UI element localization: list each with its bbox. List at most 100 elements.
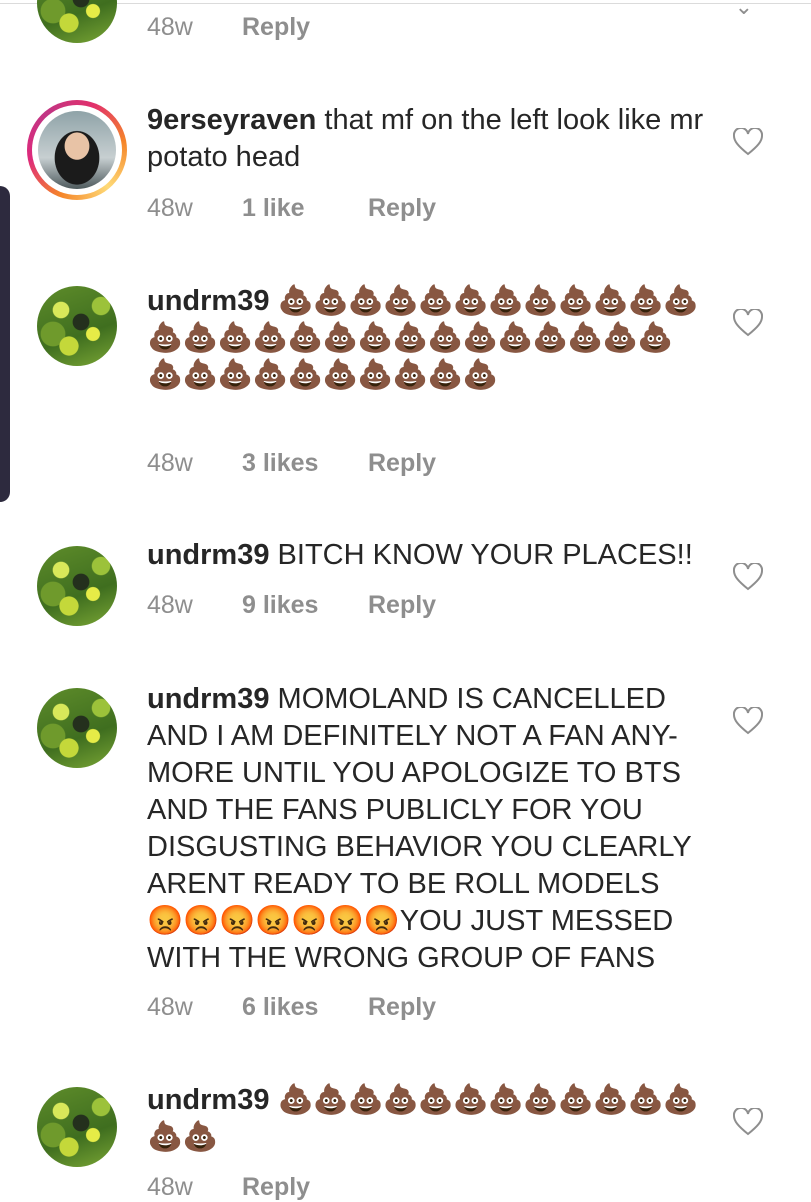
poop-emoji: 💩 (147, 1121, 184, 1153)
poop-emoji: 💩 (427, 359, 464, 391)
comment-text: undrm39 MOMOLAND IS CANCELLED AND I AM D… (147, 681, 697, 977)
poop-emoji: 💩 (147, 322, 184, 354)
comment-text: undrm39 💩💩💩💩💩💩💩💩💩💩💩💩💩💩 (147, 1082, 702, 1156)
comment-text: undrm39 BITCH KNOW YOUR PLACES!! (147, 537, 707, 574)
comment-username[interactable]: undrm39 (147, 539, 269, 571)
comment-text: 9erseyraven that mf on the left look lik… (147, 102, 707, 176)
poop-emoji: 💩 (417, 285, 454, 317)
poop-emoji: 💩 (627, 1084, 664, 1116)
poop-emoji: 💩 (252, 359, 289, 391)
poop-emoji: 💩 (427, 322, 464, 354)
comment-meta: 48w 9 likes Reply (147, 591, 436, 620)
poop-emoji: 💩 (522, 1084, 559, 1116)
poop-emoji: 💩 (252, 322, 289, 354)
scrollbar-handle[interactable] (0, 186, 10, 502)
reply-button[interactable]: Reply (368, 194, 436, 223)
poop-emoji: 💩 (557, 285, 594, 317)
story-avatar[interactable] (27, 100, 127, 200)
comment-time: 48w (147, 194, 193, 222)
reply-button[interactable]: Reply (242, 13, 310, 42)
avatar[interactable] (37, 1087, 117, 1167)
poop-emoji: 💩 (347, 1084, 384, 1116)
comment-meta: 48w 1 like Reply (147, 194, 436, 223)
poop-emoji: 💩 (497, 322, 534, 354)
comment-username[interactable]: undrm39 (147, 683, 269, 715)
comment-username[interactable]: undrm39 (147, 285, 269, 317)
reply-button[interactable]: Reply (242, 1173, 310, 1202)
poop-emoji: 💩 (567, 322, 604, 354)
comment-meta: 48w 3 likes Reply (147, 449, 436, 478)
poop-emoji: 💩 (147, 359, 184, 391)
avatar[interactable] (38, 111, 116, 189)
poop-emoji: 💩 (287, 359, 324, 391)
heart-outline-icon[interactable] (733, 128, 763, 156)
comment-username[interactable]: undrm39 (147, 1084, 269, 1116)
heart-outline-icon[interactable] (733, 707, 763, 735)
poop-emoji: 💩 (462, 322, 499, 354)
comment-body: MOMOLAND IS CANCELLED AND I AM DEFINITEL… (147, 683, 692, 974)
like-count[interactable]: 1 like (242, 194, 368, 223)
poop-emoji: 💩 (312, 1084, 349, 1116)
comment-time: 48w (147, 449, 193, 477)
poop-emoji: 💩 (592, 285, 629, 317)
poop-emoji: 💩 (392, 359, 429, 391)
poop-emoji: 💩 (627, 285, 664, 317)
poop-emoji: 💩 (487, 285, 524, 317)
poop-emoji: 💩 (287, 322, 324, 354)
poop-emoji: 💩 (557, 1084, 594, 1116)
poop-emoji: 💩 (322, 322, 359, 354)
comment-time: 48w (147, 993, 193, 1021)
poop-emoji: 💩 (182, 359, 219, 391)
poop-emoji: 💩 (392, 322, 429, 354)
poop-emoji: 💩 (182, 1121, 219, 1153)
heart-outline-icon[interactable] (733, 309, 763, 337)
reply-button[interactable]: Reply (368, 591, 436, 620)
poop-emoji: 💩 (347, 285, 384, 317)
poop-emoji: 💩 (182, 322, 219, 354)
reply-button[interactable]: Reply (368, 993, 436, 1022)
heart-outline-icon[interactable] (733, 563, 763, 591)
avatar[interactable] (37, 0, 117, 43)
poop-emoji: 💩 (637, 322, 674, 354)
reply-button[interactable]: Reply (368, 449, 436, 478)
poop-emoji: 💩 (662, 285, 699, 317)
poop-emoji: 💩 (592, 1084, 629, 1116)
poop-emoji: 💩 (277, 1084, 314, 1116)
avatar[interactable] (37, 546, 117, 626)
comment-username[interactable]: 9erseyraven (147, 104, 316, 136)
comment-text: undrm39 💩💩💩💩💩💩💩💩💩💩💩💩💩💩💩💩💩💩💩💩💩💩💩💩💩💩💩💩💩💩💩💩… (147, 283, 702, 394)
poop-emoji: 💩 (522, 285, 559, 317)
poop-emoji: 💩 (357, 359, 394, 391)
poop-emoji: 💩 (322, 359, 359, 391)
comment-time: 48w (147, 591, 193, 619)
poop-emoji: 💩 (662, 1084, 699, 1116)
poop-emoji: 💩 (452, 285, 489, 317)
like-count[interactable]: 3 likes (242, 449, 368, 478)
poop-emoji: 💩 (382, 285, 419, 317)
poop-emoji: 💩 (312, 285, 349, 317)
poop-emoji: 💩 (217, 322, 254, 354)
chevron-down-icon[interactable]: ⌄ (735, 0, 753, 20)
poop-emoji: 💩 (602, 322, 639, 354)
like-count[interactable]: 6 likes (242, 993, 368, 1022)
poop-emoji: 💩 (462, 359, 499, 391)
poop-emoji: 💩 (382, 1084, 419, 1116)
comment-time: 48w (147, 1173, 193, 1201)
poop-emoji: 💩 (217, 359, 254, 391)
comment-time: 48w (147, 13, 193, 41)
avatar[interactable] (37, 688, 117, 768)
heart-outline-icon[interactable] (733, 1108, 763, 1136)
poop-emoji: 💩 (357, 322, 394, 354)
poop-emoji: 💩 (417, 1084, 454, 1116)
avatar[interactable] (37, 286, 117, 366)
comment-meta: 48w Reply (147, 13, 310, 42)
comment-body: BITCH KNOW YOUR PLACES!! (269, 539, 693, 571)
poop-emoji: 💩 (532, 322, 569, 354)
poop-emoji: 💩 (487, 1084, 524, 1116)
top-divider (0, 3, 811, 4)
poop-emoji: 💩 (452, 1084, 489, 1116)
comment-meta: 48w Reply (147, 1173, 310, 1202)
like-count[interactable]: 9 likes (242, 591, 368, 620)
poop-emoji: 💩 (277, 285, 314, 317)
comment-meta: 48w 6 likes Reply (147, 993, 436, 1022)
